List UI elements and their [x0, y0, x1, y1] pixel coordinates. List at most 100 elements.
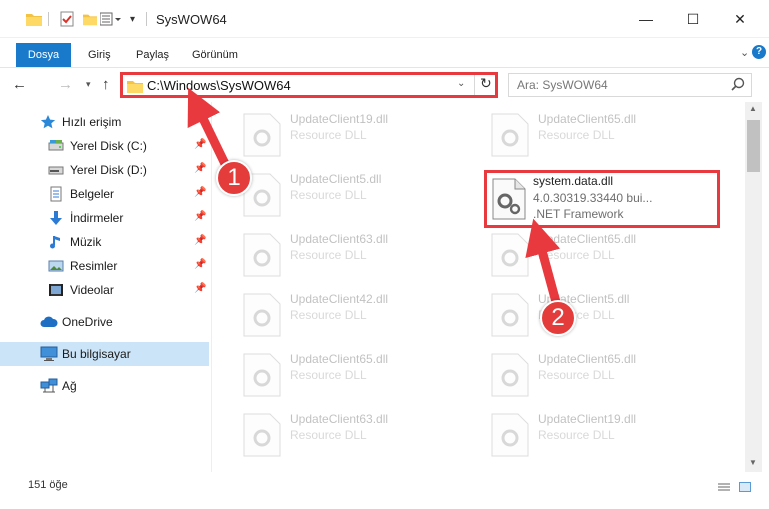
- list-item[interactable]: UpdateClient65.dll Resource DLL: [468, 224, 708, 282]
- list-item[interactable]: UpdateClient63.dll Resource DLL: [220, 404, 460, 462]
- file-name: UpdateClient65.dll: [290, 352, 389, 366]
- sidebar-item-downloads[interactable]: İndirmeler 📌: [0, 206, 209, 230]
- list-item[interactable]: UpdateClient42.dll Resource DLL: [220, 284, 460, 342]
- pin-icon[interactable]: 📌: [194, 139, 206, 150]
- videos-icon: [48, 282, 64, 298]
- pictures-icon: [48, 258, 64, 274]
- sidebar-item-music[interactable]: Müzik 📌: [0, 230, 209, 254]
- sidebar-item-label: Yerel Disk (D:): [70, 163, 147, 177]
- properties-check-icon[interactable]: [60, 10, 74, 28]
- vertical-scrollbar[interactable]: ▲ ▼: [745, 102, 762, 472]
- recent-locations-icon[interactable]: ▾: [86, 79, 91, 90]
- file-type: Resource DLL: [290, 128, 367, 142]
- search-input[interactable]: Ara: SysWOW64: [517, 78, 608, 92]
- file-type: Resource DLL: [290, 248, 367, 262]
- network-icon: [40, 378, 58, 394]
- file-name: system.data.dll: [533, 174, 614, 188]
- file-type: Resource DLL: [290, 368, 367, 382]
- address-divider: [474, 75, 475, 95]
- pin-icon[interactable]: 📌: [194, 283, 206, 294]
- search-icon[interactable]: [731, 77, 745, 94]
- pin-icon[interactable]: 📌: [194, 187, 206, 198]
- list-item[interactable]: UpdateClient5.dll Resource DLL: [468, 284, 708, 342]
- address-bar[interactable]: C:\Windows\SysWOW64 ⌄ ↻: [120, 72, 498, 98]
- sidebar-item-pictures[interactable]: Resimler 📌: [0, 254, 209, 278]
- sidebar-item-label: Yerel Disk (C:): [70, 139, 147, 153]
- sidebar-item-documents[interactable]: Belgeler 📌: [0, 182, 209, 206]
- up-arrow-icon[interactable]: ↑: [102, 76, 110, 93]
- help-icon[interactable]: ?: [752, 45, 766, 59]
- sidebar-item-local-disk-d[interactable]: Yerel Disk (D:) 📌: [0, 158, 209, 182]
- file-name: UpdateClient65.dll: [538, 112, 637, 126]
- highlighted-file-system-data-dll[interactable]: system.data.dll 4.0.30319.33440 bui... .…: [484, 170, 720, 228]
- dll-file-icon: [490, 292, 530, 338]
- details-view-icon[interactable]: [718, 482, 730, 492]
- tiles-view-icon[interactable]: [739, 482, 751, 492]
- file-type: Resource DLL: [538, 248, 615, 262]
- sidebar-item-label: Ağ: [62, 379, 77, 393]
- list-item[interactable]: UpdateClient19.dll Resource DLL: [220, 104, 460, 162]
- list-item[interactable]: UpdateClient63.dll Resource DLL: [220, 224, 460, 282]
- sidebar-item-label: İndirmeler: [70, 211, 124, 225]
- scroll-up-icon[interactable]: ▲: [749, 104, 757, 113]
- window-title: SysWOW64: [156, 12, 227, 27]
- chevron-down-icon[interactable]: ⌄: [457, 78, 465, 89]
- tab-share[interactable]: Paylaş: [136, 45, 169, 65]
- sidebar-item-label: Belgeler: [70, 187, 115, 201]
- pin-icon[interactable]: 📌: [194, 211, 206, 222]
- file-type: Resource DLL: [538, 368, 615, 382]
- file-type: Resource DLL: [538, 428, 615, 442]
- address-path[interactable]: C:\Windows\SysWOW64: [147, 78, 291, 93]
- pin-icon[interactable]: 📌: [194, 235, 206, 246]
- file-name: UpdateClient19.dll: [538, 412, 637, 426]
- file-type: Resource DLL: [290, 428, 367, 442]
- chevron-down-icon[interactable]: ⌄: [740, 46, 749, 59]
- file-name: UpdateClient65.dll: [538, 232, 637, 246]
- drive-icon: [48, 138, 64, 154]
- pin-icon[interactable]: 📌: [194, 163, 206, 174]
- tab-view[interactable]: Görünüm: [192, 45, 238, 65]
- sidebar-item-local-disk-c[interactable]: Yerel Disk (C:) 📌: [0, 134, 209, 158]
- file-list: UpdateClient19.dll Resource DLL UpdateCl…: [212, 102, 745, 472]
- list-item[interactable]: UpdateClient65.dll Resource DLL: [220, 344, 460, 402]
- refresh-icon[interactable]: ↻: [480, 75, 492, 92]
- pin-icon[interactable]: 📌: [194, 259, 206, 270]
- list-item[interactable]: UpdateClient5.dll Resource DLL: [220, 164, 460, 222]
- minimize-button[interactable]: —: [623, 0, 669, 38]
- sidebar-item-label: Videolar: [70, 283, 114, 297]
- window-bottom-edge: [0, 498, 769, 509]
- maximize-button[interactable]: ☐: [670, 0, 716, 38]
- dll-file-icon: [490, 352, 530, 398]
- drive-icon: [48, 162, 64, 178]
- sidebar-item-network[interactable]: Ağ: [0, 374, 209, 398]
- list-item[interactable]: UpdateClient65.dll Resource DLL: [468, 104, 708, 162]
- close-button[interactable]: ✕: [717, 0, 763, 38]
- file-version: 4.0.30319.33440 bui...: [533, 191, 653, 205]
- sidebar-item-quick-access[interactable]: Hızlı erişim: [0, 110, 209, 134]
- rename-icon[interactable]: [100, 10, 122, 28]
- scroll-down-icon[interactable]: ▼: [749, 458, 757, 467]
- tab-home[interactable]: Giriş: [88, 45, 111, 65]
- status-bar: 151 öğe: [0, 474, 769, 498]
- dll-file-icon: [242, 352, 282, 398]
- list-item[interactable]: UpdateClient19.dll Resource DLL: [468, 404, 708, 462]
- forward-arrow-icon[interactable]: →: [58, 76, 73, 93]
- sidebar-item-label: Müzik: [70, 235, 102, 249]
- music-icon: [48, 234, 64, 250]
- sidebar-item-onedrive[interactable]: OneDrive: [0, 310, 209, 334]
- new-folder-icon[interactable]: [83, 10, 97, 28]
- scrollbar-thumb[interactable]: [747, 120, 760, 172]
- list-item[interactable]: UpdateClient65.dll Resource DLL: [468, 344, 708, 402]
- search-box[interactable]: Ara: SysWOW64: [508, 73, 752, 97]
- back-arrow-icon[interactable]: ←: [12, 76, 27, 93]
- sidebar-item-videos[interactable]: Videolar 📌: [0, 278, 209, 302]
- tab-file[interactable]: Dosya: [16, 43, 71, 67]
- download-icon: [48, 210, 64, 226]
- dll-file-icon: [490, 232, 530, 278]
- computer-icon: [40, 346, 58, 362]
- file-name: UpdateClient63.dll: [290, 412, 389, 426]
- customize-toolbar-icon[interactable]: ▾: [130, 10, 135, 28]
- sidebar-item-this-pc[interactable]: Bu bilgisayar: [0, 342, 209, 366]
- dll-file-icon: [490, 112, 530, 158]
- file-type: Resource DLL: [538, 128, 615, 142]
